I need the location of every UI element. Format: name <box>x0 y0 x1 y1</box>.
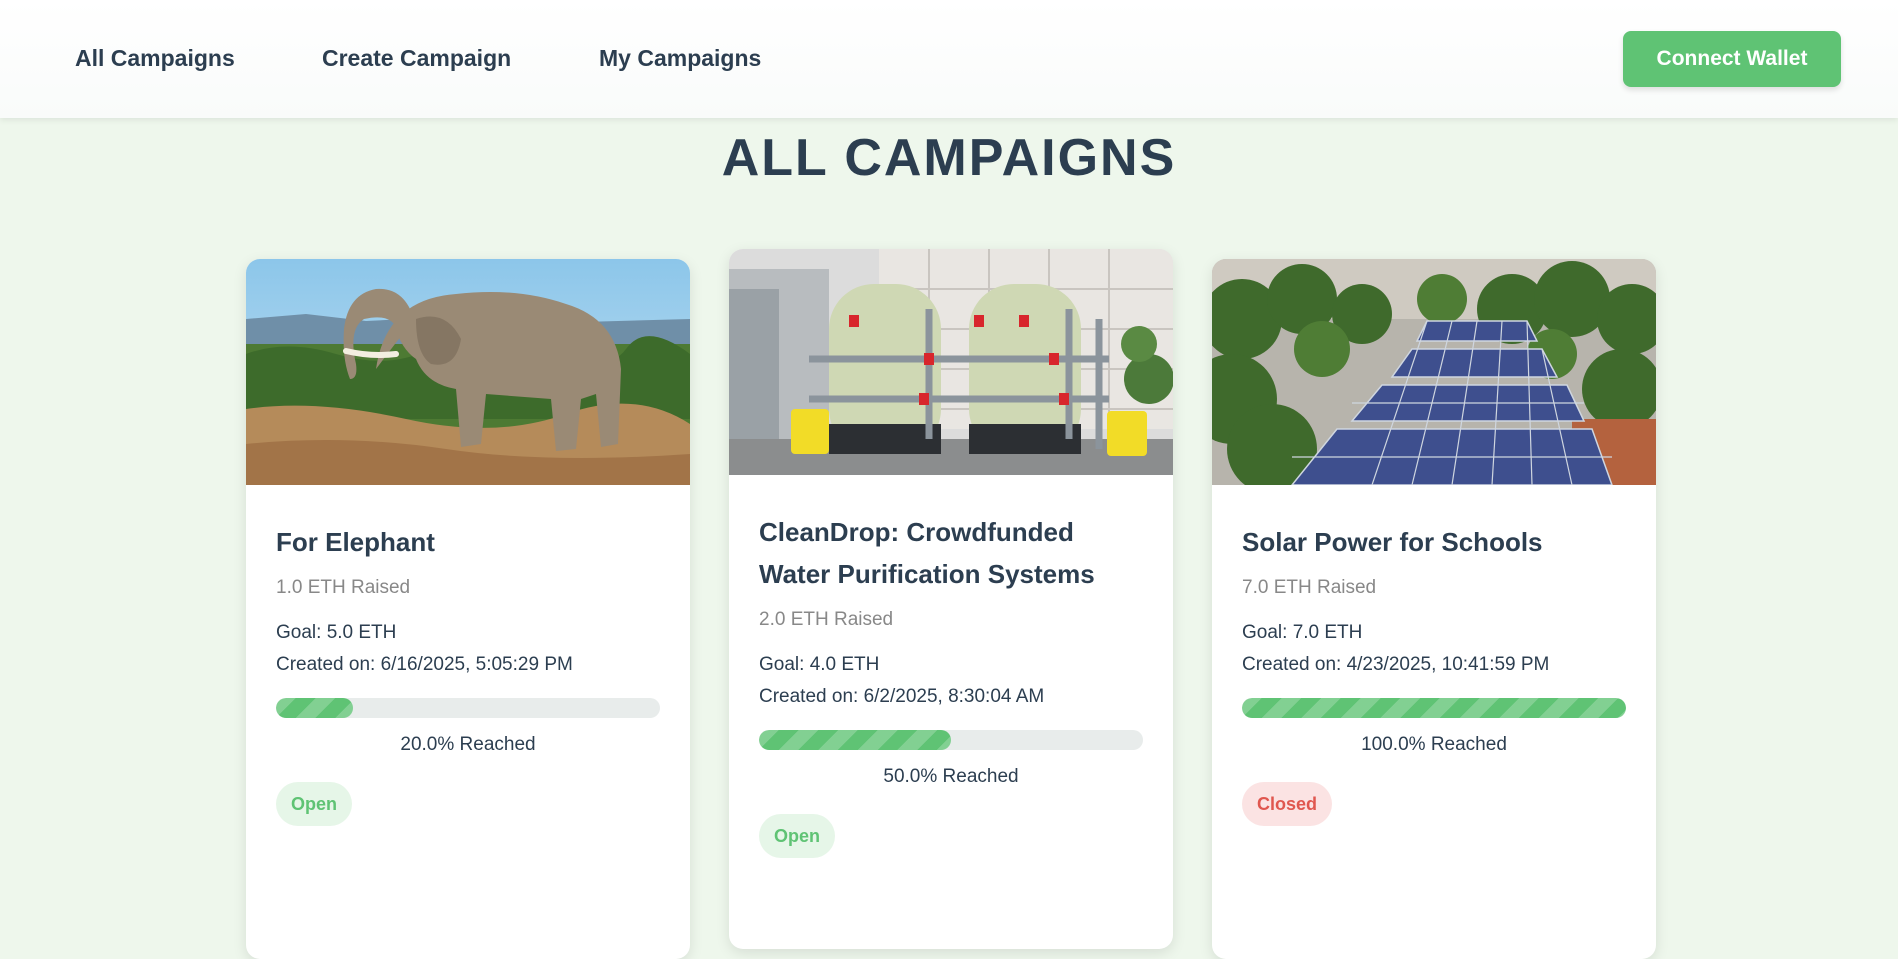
campaign-card[interactable]: CleanDrop: Crowdfunded Water Purificatio… <box>729 249 1173 949</box>
campaign-image-solar-panels <box>1212 259 1656 485</box>
page-title: ALL CAMPAIGNS <box>721 129 1177 187</box>
top-navbar: All Campaigns Create Campaign My Campaig… <box>0 0 1898 118</box>
progress-fill <box>276 698 353 718</box>
created-date: Created on: 6/16/2025, 5:05:29 PM <box>276 654 573 675</box>
campaign-image-elephant <box>246 259 690 485</box>
goal-amount: Goal: 7.0 ETH <box>1242 622 1363 643</box>
progress-label: 50.0% Reached <box>883 766 1019 787</box>
campaign-title: Solar Power for Schools <box>1242 527 1543 557</box>
created-date: Created on: 6/2/2025, 8:30:04 AM <box>759 686 1045 707</box>
progress-bar <box>1242 698 1626 718</box>
progress-fill <box>759 730 951 750</box>
status-badge: Closed <box>1242 782 1333 826</box>
nav-my-campaigns[interactable]: My Campaigns <box>599 45 761 72</box>
nav-all-campaigns[interactable]: All Campaigns <box>75 45 235 72</box>
progress-label: 100.0% Reached <box>1361 734 1507 755</box>
progress-fill <box>1242 698 1626 718</box>
raised-amount: 1.0 ETH Raised <box>276 577 411 598</box>
status-badge: Open <box>276 782 353 826</box>
campaign-image-water-purification <box>729 249 1173 475</box>
campaign-title: For Elephant <box>276 527 435 557</box>
nav-create-campaign[interactable]: Create Campaign <box>322 45 511 72</box>
progress-bar <box>276 698 660 718</box>
progress-label: 20.0% Reached <box>400 734 536 755</box>
created-date: Created on: 4/23/2025, 10:41:59 PM <box>1242 654 1550 675</box>
campaign-card[interactable]: Solar Power for Schools 7.0 ETH Raised G… <box>1212 259 1656 959</box>
raised-amount: 7.0 ETH Raised <box>1242 577 1377 598</box>
status-badge: Open <box>759 814 836 858</box>
progress-bar <box>759 730 1143 750</box>
goal-amount: Goal: 5.0 ETH <box>276 622 397 643</box>
goal-amount: Goal: 4.0 ETH <box>759 654 880 675</box>
connect-wallet-button[interactable]: Connect Wallet <box>1623 31 1841 87</box>
campaign-title: CleanDrop: Crowdfunded Water Purificatio… <box>759 517 1095 589</box>
raised-amount: 2.0 ETH Raised <box>759 609 894 630</box>
campaign-card[interactable]: For Elephant 1.0 ETH Raised Goal: 5.0 ET… <box>246 259 690 959</box>
